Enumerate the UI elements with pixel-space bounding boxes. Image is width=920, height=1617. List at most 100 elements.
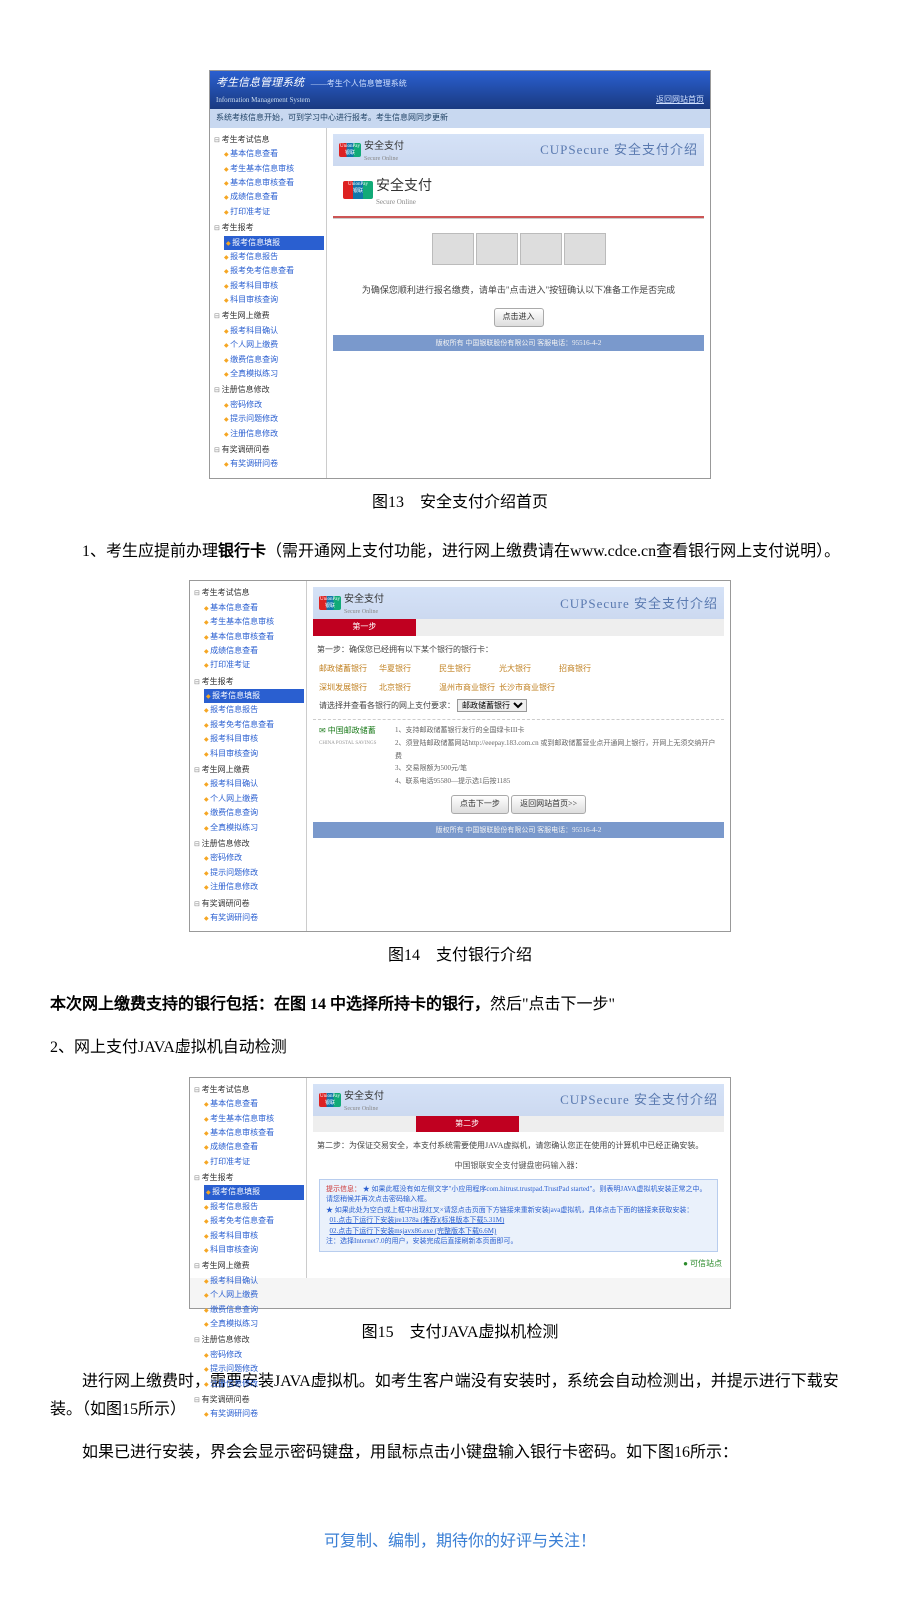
sidebar-item[interactable]: 报考科目确认 bbox=[224, 324, 324, 338]
sidebar-group[interactable]: 考生考试信息 bbox=[194, 1083, 304, 1097]
bank-link[interactable]: 民生银行 bbox=[439, 662, 499, 676]
tip-head: 提示信息： bbox=[326, 1185, 361, 1193]
paragraph-3: 2、网上支付JAVA虚拟机自动检测 bbox=[50, 1034, 870, 1063]
sidebar-item[interactable]: 注册信息修改 bbox=[204, 1377, 304, 1391]
sidebar-item[interactable]: 报考科目确认 bbox=[204, 777, 304, 791]
sidebar-group[interactable]: 考生报考 bbox=[194, 1171, 304, 1185]
sidebar-item[interactable]: 有奖调研问卷 bbox=[224, 457, 324, 471]
sidebar-group[interactable]: 考生考试信息 bbox=[214, 133, 324, 147]
sidebar-item[interactable]: 密码修改 bbox=[224, 398, 324, 412]
back-link[interactable]: 返回网站首页 bbox=[656, 93, 704, 107]
bank-link[interactable]: 招商银行 bbox=[559, 662, 619, 676]
bank-link[interactable]: 华夏银行 bbox=[379, 662, 439, 676]
step-tabs: 第二步 bbox=[313, 1116, 724, 1132]
bank-select-row: 请选择并查看各银行的网上支付要求： 邮政储蓄银行 bbox=[313, 697, 724, 715]
sidebar-item[interactable]: 报考科目审核 bbox=[204, 1229, 304, 1243]
sidebar-item[interactable]: 提示问题修改 bbox=[204, 1362, 304, 1376]
sidebar-group[interactable]: 有奖调研问卷 bbox=[194, 897, 304, 911]
sidebar-group[interactable]: 考生网上缴费 bbox=[214, 309, 324, 323]
bank-link[interactable]: 长沙市商业银行 bbox=[499, 681, 559, 695]
sidebar-item[interactable]: 密码修改 bbox=[204, 851, 304, 865]
bank-link[interactable]: 邮政储蓄银行 bbox=[319, 662, 379, 676]
banner-title: CUPSecure 安全支付介绍 bbox=[560, 592, 718, 615]
sidebar-item[interactable]: 个人网上缴费 bbox=[224, 338, 324, 352]
next-button[interactable]: 点击下一步 bbox=[451, 795, 509, 813]
sidebar-item[interactable]: 打印准考证 bbox=[204, 658, 304, 672]
caption-fig15: 图15 支付JAVA虚拟机检测 bbox=[50, 1319, 870, 1348]
sidebar-item[interactable]: 报考免考信息查看 bbox=[204, 1214, 304, 1228]
sidebar-item[interactable]: 科目审核查询 bbox=[224, 293, 324, 307]
sidebar-item[interactable]: 有奖调研问卷 bbox=[204, 1407, 304, 1421]
sidebar-item[interactable]: 报考信息填报 bbox=[204, 689, 304, 703]
app-header: 考生信息管理系统 ——考生个人信息管理系统 返回网站首页 Information… bbox=[210, 71, 710, 109]
sidebar-item[interactable]: 注册信息修改 bbox=[204, 880, 304, 894]
sidebar-group[interactable]: 考生网上缴费 bbox=[194, 763, 304, 777]
sidebar-item[interactable]: 报考免考信息查看 bbox=[204, 718, 304, 732]
bank-link[interactable]: 温州市商业银行 bbox=[439, 681, 499, 695]
sidebar-group[interactable]: 注册信息修改 bbox=[214, 383, 324, 397]
step1-tab[interactable]: 第一步 bbox=[313, 619, 416, 635]
step2-tab[interactable]: 第二步 bbox=[416, 1116, 519, 1132]
sidebar-item[interactable]: 基本信息查看 bbox=[204, 1097, 304, 1111]
jre-link-2[interactable]: 02.点击下运行下安装msjavx86.exe (完整版本下载6.6M) bbox=[330, 1227, 497, 1235]
sidebar-item[interactable]: 考生基本信息审核 bbox=[204, 1112, 304, 1126]
sidebar-item[interactable]: 注册信息修改 bbox=[224, 427, 324, 441]
sidebar-group[interactable]: 考生考试信息 bbox=[194, 586, 304, 600]
sidebar-item[interactable]: 密码修改 bbox=[204, 1348, 304, 1362]
sidebar-item[interactable]: 个人网上缴费 bbox=[204, 792, 304, 806]
sidebar-item[interactable]: 报考信息填报 bbox=[224, 236, 324, 250]
sidebar-item[interactable]: 打印准考证 bbox=[204, 1155, 304, 1169]
sidebar-item[interactable]: 全真模拟练习 bbox=[204, 1317, 304, 1331]
sidebar-item[interactable]: 有奖调研问卷 bbox=[204, 911, 304, 925]
sidebar-group[interactable]: 注册信息修改 bbox=[194, 837, 304, 851]
sidebar-item[interactable]: 缴费信息查询 bbox=[224, 353, 324, 367]
bank-link[interactable]: 深圳发展银行 bbox=[319, 681, 379, 695]
enter-button[interactable]: 点击进入 bbox=[494, 308, 544, 326]
sidebar-item[interactable]: 基本信息审核查看 bbox=[204, 630, 304, 644]
sidebar-item[interactable]: 成绩信息查看 bbox=[204, 1140, 304, 1154]
sidebar-group[interactable]: 考生报考 bbox=[214, 221, 324, 235]
tip-box: 提示信息： ★ 如果此框没有如左侧文字"小应用程序com.hitrust.tru… bbox=[319, 1179, 718, 1252]
sidebar-item[interactable]: 缴费信息查询 bbox=[204, 1303, 304, 1317]
sidebar-item[interactable]: 科目审核查询 bbox=[204, 747, 304, 761]
sidebar-item[interactable]: 缴费信息查询 bbox=[204, 806, 304, 820]
bank-link[interactable]: 北京银行 bbox=[379, 681, 439, 695]
sidebar-item[interactable]: 提示问题修改 bbox=[204, 866, 304, 880]
sidebar-item[interactable]: 成绩信息查看 bbox=[224, 190, 324, 204]
sidebar-item[interactable]: 报考免考信息查看 bbox=[224, 264, 324, 278]
sidebar-item[interactable]: 提示问题修改 bbox=[224, 412, 324, 426]
sidebar-item[interactable]: 报考信息填报 bbox=[204, 1185, 304, 1199]
sidebar-group[interactable]: 考生网上缴费 bbox=[194, 1259, 304, 1273]
sidebar-item[interactable]: 全真模拟练习 bbox=[224, 367, 324, 381]
sidebar-item[interactable]: 报考信息报告 bbox=[224, 250, 324, 264]
sidebar-item[interactable]: 报考科目审核 bbox=[204, 732, 304, 746]
paragraph-4: 进行网上缴费时，需要安装JAVA虚拟机。如考生客户端没有安装时，系统会自动检测出… bbox=[50, 1368, 870, 1426]
sidebar-item[interactable]: 科目审核查询 bbox=[204, 1243, 304, 1257]
sidebar-item[interactable]: 考生基本信息审核 bbox=[204, 615, 304, 629]
bank-link[interactable]: 光大银行 bbox=[499, 662, 559, 676]
sidebar-item[interactable]: 报考科目审核 bbox=[224, 279, 324, 293]
sidebar-item[interactable]: 考生基本信息审核 bbox=[224, 162, 324, 176]
sidebar-item[interactable]: 打印准考证 bbox=[224, 205, 324, 219]
bank-select[interactable]: 邮政储蓄银行 bbox=[457, 699, 527, 712]
sidebar-item[interactable]: 个人网上缴费 bbox=[204, 1288, 304, 1302]
jre-link-1[interactable]: 01.点击下运行下安装jre1378a (推荐)(标准版本下载5.31M) bbox=[330, 1216, 505, 1224]
sidebar-group[interactable]: 注册信息修改 bbox=[194, 1333, 304, 1347]
sidebar-item[interactable]: 报考信息报告 bbox=[204, 703, 304, 717]
caption-fig14: 图14 支付银行介绍 bbox=[50, 942, 870, 971]
sidebar-item[interactable]: 基本信息审核查看 bbox=[204, 1126, 304, 1140]
sidebar-item[interactable]: 全真模拟练习 bbox=[204, 821, 304, 835]
sidebar-item[interactable]: 基本信息审核查看 bbox=[224, 176, 324, 190]
back-button[interactable]: 返回网站首页>> bbox=[511, 795, 586, 813]
sidebar-group[interactable]: 考生报考 bbox=[194, 675, 304, 689]
unionpay-logo-large: UnionPay银联 安全支付Secure Online bbox=[343, 174, 432, 206]
sidebar-item[interactable]: 基本信息查看 bbox=[204, 601, 304, 615]
tip-bar: 系统考核信息开始，可到学习中心进行报考。考生信息网同步更新 bbox=[210, 109, 710, 127]
unionpay-mark-icon: UnionPay银联 bbox=[319, 1093, 341, 1107]
sidebar-group[interactable]: 有奖调研问卷 bbox=[214, 443, 324, 457]
sidebar-item[interactable]: 报考科目确认 bbox=[204, 1274, 304, 1288]
sidebar-group[interactable]: 有奖调研问卷 bbox=[194, 1393, 304, 1407]
sidebar-item[interactable]: 基本信息查看 bbox=[224, 147, 324, 161]
sidebar-item[interactable]: 报考信息报告 bbox=[204, 1200, 304, 1214]
sidebar-item[interactable]: 成绩信息查看 bbox=[204, 644, 304, 658]
